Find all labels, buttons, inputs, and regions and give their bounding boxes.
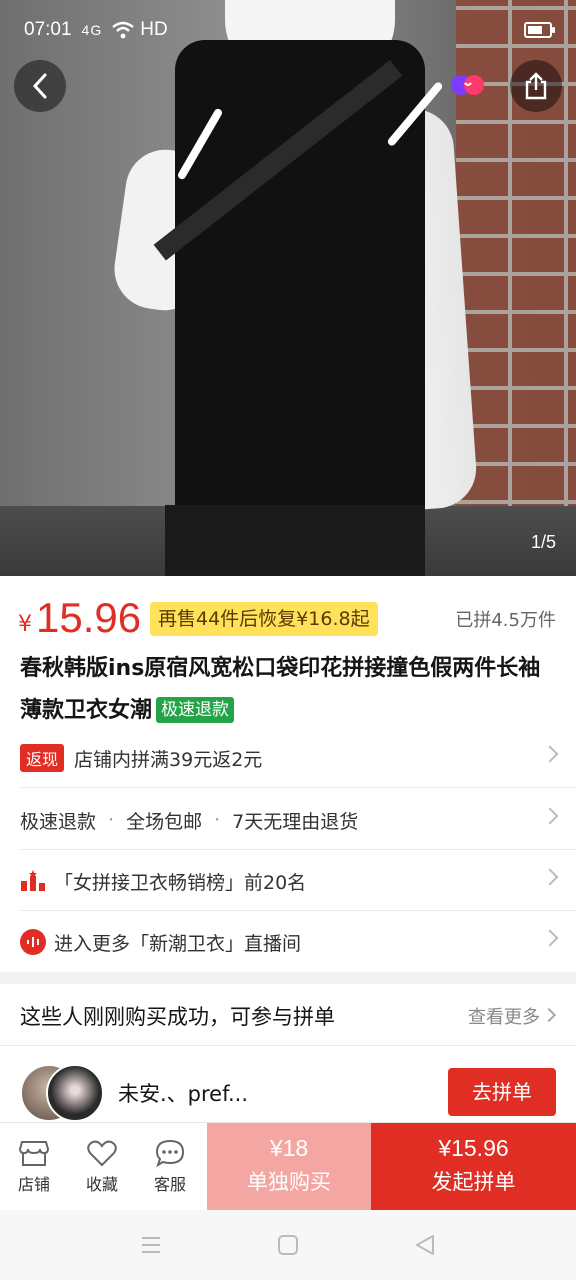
customer-service-tab[interactable]: 客服 <box>136 1123 204 1211</box>
chevron-right-icon <box>541 868 559 886</box>
status-bar: 07:01 4G HD <box>0 0 576 60</box>
gallery-page-indicator: 1/5 <box>530 532 556 552</box>
start-group-label: 发起拼单 <box>431 1170 516 1194</box>
favorite-tab[interactable]: 收藏 <box>68 1123 136 1211</box>
divider <box>20 910 576 911</box>
divider <box>20 787 576 788</box>
chevron-right-icon <box>541 1007 557 1023</box>
join-group-button[interactable]: 去拼单 <box>448 1068 556 1116</box>
system-navigation-bar <box>0 1210 576 1280</box>
group-buy-heading: 这些人刚刚购买成功，可参与拼单 <box>20 1004 335 1029</box>
wifi-icon <box>112 21 134 39</box>
ranking-row[interactable]: 「女拼接卫衣畅销榜」前20名 <box>0 851 576 911</box>
back-arrow-icon <box>32 73 47 99</box>
service-free-shipping: 全场包邮 <box>126 810 203 833</box>
cashback-badge: 返现 <box>20 744 65 772</box>
divider <box>20 849 576 850</box>
service-row[interactable]: 极速退款 · 全场包邮 · 7天无理由退货 <box>0 790 576 850</box>
chevron-right-icon <box>541 807 559 825</box>
buy-alone-label: 单独购买 <box>247 1170 331 1194</box>
live-room-row[interactable]: 进入更多「新潮卫衣」直播间 <box>0 912 576 972</box>
view-more-link[interactable]: 查看更多 <box>468 1003 540 1029</box>
cashback-text: 店铺内拼满39元返2元 <box>74 748 263 771</box>
home-icon[interactable] <box>275 1232 301 1258</box>
network-label: HD <box>140 19 168 40</box>
share-button[interactable] <box>510 60 562 112</box>
status-time: 07:01 <box>24 19 72 40</box>
shop-icon <box>19 1141 49 1166</box>
share-icon <box>525 72 547 100</box>
ranking-text: 「女拼接卫衣畅销榜」前20名 <box>54 871 307 894</box>
fast-refund-tag: 极速退款 <box>156 697 235 723</box>
sold-count: 已拼4.5万件 <box>455 610 556 631</box>
cashback-row[interactable]: 返现 店铺内拼满39元返2元 <box>0 728 576 788</box>
pinduoduo-heart-button[interactable] <box>442 60 494 112</box>
product-title-text: 春秋韩版ins原宿风宽松口袋印花拼接撞色假两件长袖薄款卫衣女潮 <box>20 656 541 723</box>
promo-banner: 再售44件后恢复¥16.8起 <box>150 602 378 636</box>
start-group-button[interactable]: ¥15.96 发起拼单 <box>371 1123 576 1211</box>
favorite-label: 收藏 <box>85 1175 118 1194</box>
heart-logo-icon <box>451 75 484 95</box>
buy-alone-price: ¥18 <box>269 1135 309 1161</box>
shop-label: 店铺 <box>17 1175 50 1194</box>
buy-alone-button[interactable]: ¥18 单独购买 <box>207 1123 371 1211</box>
separator-dot: · <box>108 809 115 831</box>
service-fast-refund: 极速退款 <box>20 810 97 833</box>
heart-icon <box>87 1140 117 1167</box>
battery-icon <box>524 22 555 38</box>
group-buy-header: 这些人刚刚购买成功，可参与拼单 查看更多 <box>0 986 576 1046</box>
group-price: ¥15.96 <box>438 1135 509 1161</box>
back-button[interactable] <box>14 60 66 112</box>
avatar <box>46 1064 104 1122</box>
price-row: ¥ 15.96 再售44件后恢复¥16.8起 已拼4.5万件 <box>0 590 576 646</box>
ranking-icon <box>21 870 45 891</box>
section-gap <box>0 972 576 984</box>
pants <box>165 505 425 576</box>
price-currency: ¥ <box>18 612 32 637</box>
customer-service-label: 客服 <box>153 1175 186 1194</box>
bottom-action-bar: 店铺 收藏 客服 ¥18 单独购买 ¥15.96 发起拼单 <box>0 1122 576 1211</box>
shop-tab[interactable]: 店铺 <box>0 1123 68 1211</box>
product-price: 15.96 <box>36 594 142 641</box>
menu-icon[interactable] <box>138 1232 164 1258</box>
service-7day-return: 7天无理由退货 <box>232 810 359 833</box>
signal-icon: 4G <box>81 22 103 38</box>
chevron-right-icon <box>541 929 559 947</box>
chevron-right-icon <box>541 745 559 763</box>
chat-icon <box>155 1139 185 1167</box>
live-icon <box>20 929 46 955</box>
back-triangle-icon[interactable] <box>412 1232 438 1258</box>
group-user-name: 未安.、pref... <box>118 1082 248 1106</box>
product-title: 春秋韩版ins原宿风宽松口袋印花拼接撞色假两件长袖薄款卫衣女潮 极速退款 <box>20 648 560 732</box>
live-room-text: 进入更多「新潮卫衣」直播间 <box>54 932 302 955</box>
separator-dot: · <box>214 809 221 831</box>
group-buy-item: 未安.、pref... 去拼单 <box>0 1048 576 1128</box>
